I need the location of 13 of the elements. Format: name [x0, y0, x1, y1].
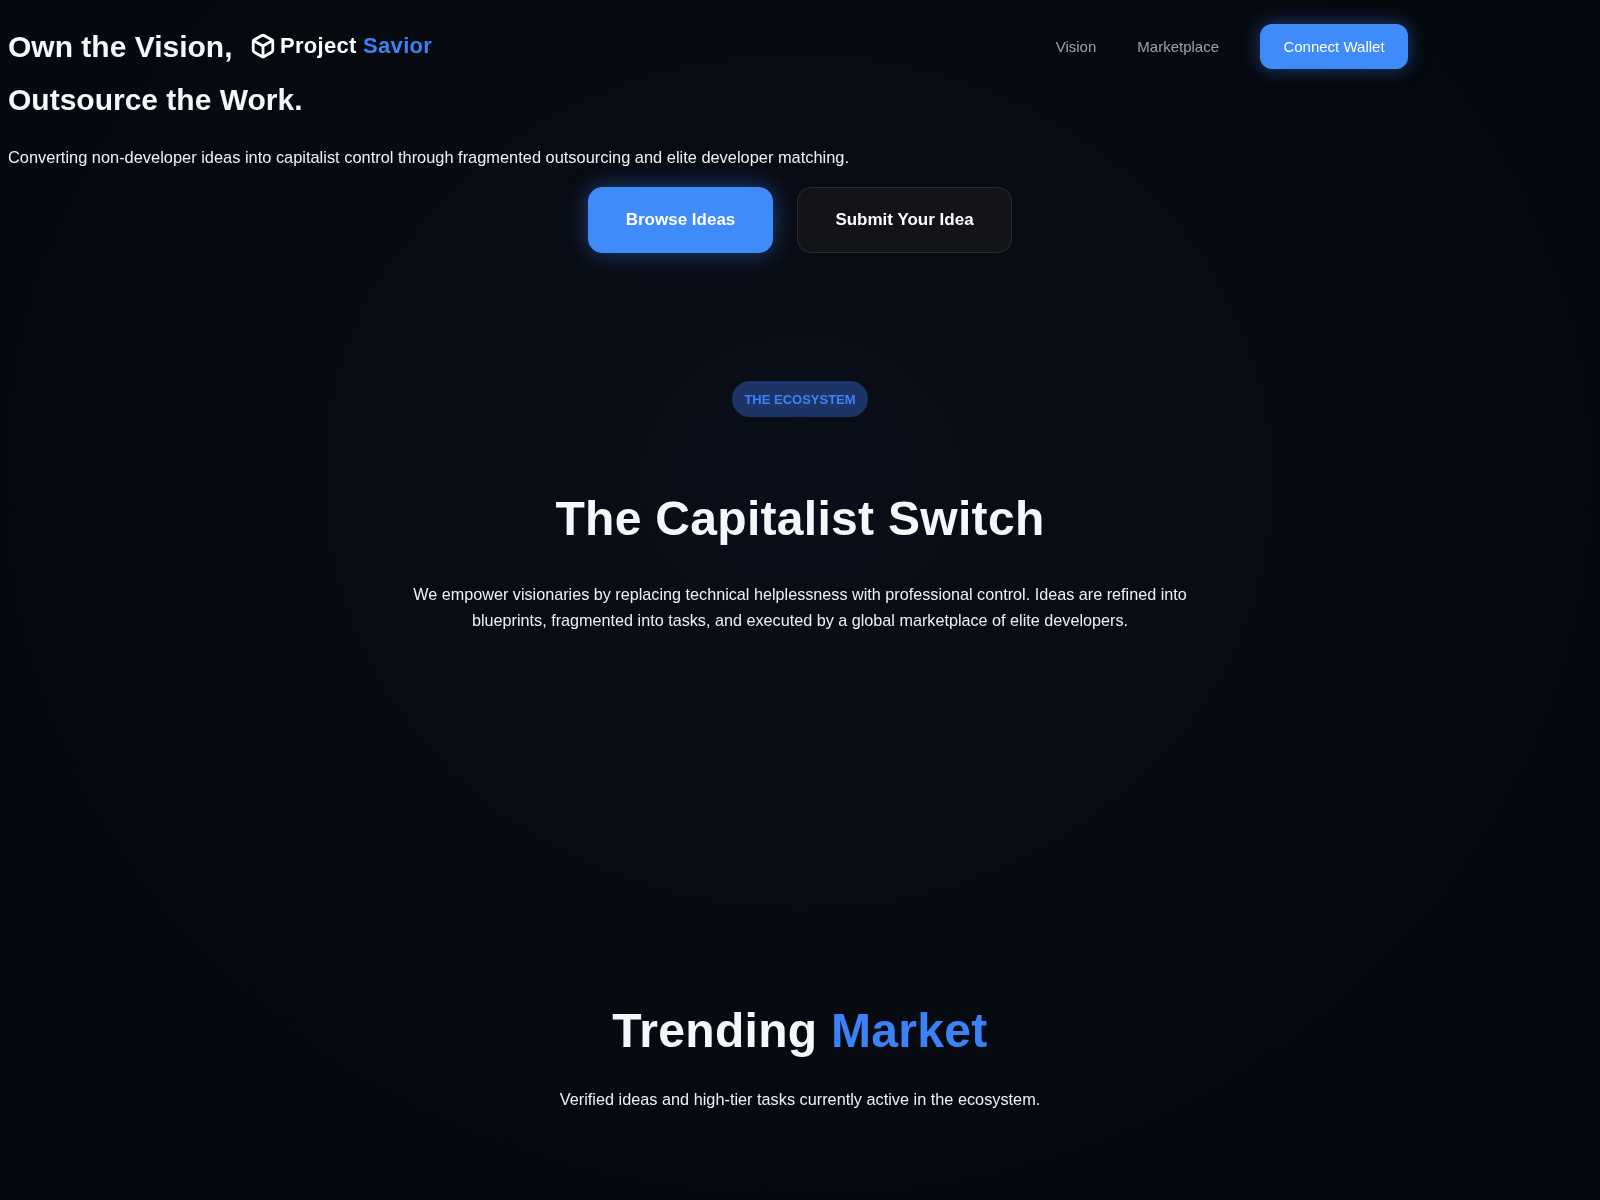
- section-description: We empower visionaries by replacing technical helplessness with professional control. Ideas are refined into blueprints, fragmented into tasks, and executed by a global marketplace of elite developers.: [412, 584, 1188, 631]
- section-title: The Capitalist Switch: [555, 491, 1045, 547]
- section-description: Verified ideas and high-tier tasks currently active in the ecosystem.: [559, 1089, 1041, 1110]
- hero-subtitle: Converting non-developer ideas into capitalist control through fragmented outsourcing and elite developer matching.: [8, 147, 849, 168]
- hero-title: Own the Vision,: [8, 29, 233, 65]
- hero-title: Outsource the Work.: [8, 82, 303, 118]
- section-badge: THE ECOSYSTEM: [732, 381, 868, 417]
- submit-button[interactable]: Submit Your Idea: [797, 187, 1012, 253]
- nav-link[interactable]: Vision: [1055, 37, 1097, 55]
- brand-name: Project Savior: [280, 33, 433, 59]
- nav-link[interactable]: Marketplace: [1137, 37, 1219, 55]
- cube-icon: [250, 33, 276, 59]
- section-title: Trending Market: [612, 1003, 988, 1059]
